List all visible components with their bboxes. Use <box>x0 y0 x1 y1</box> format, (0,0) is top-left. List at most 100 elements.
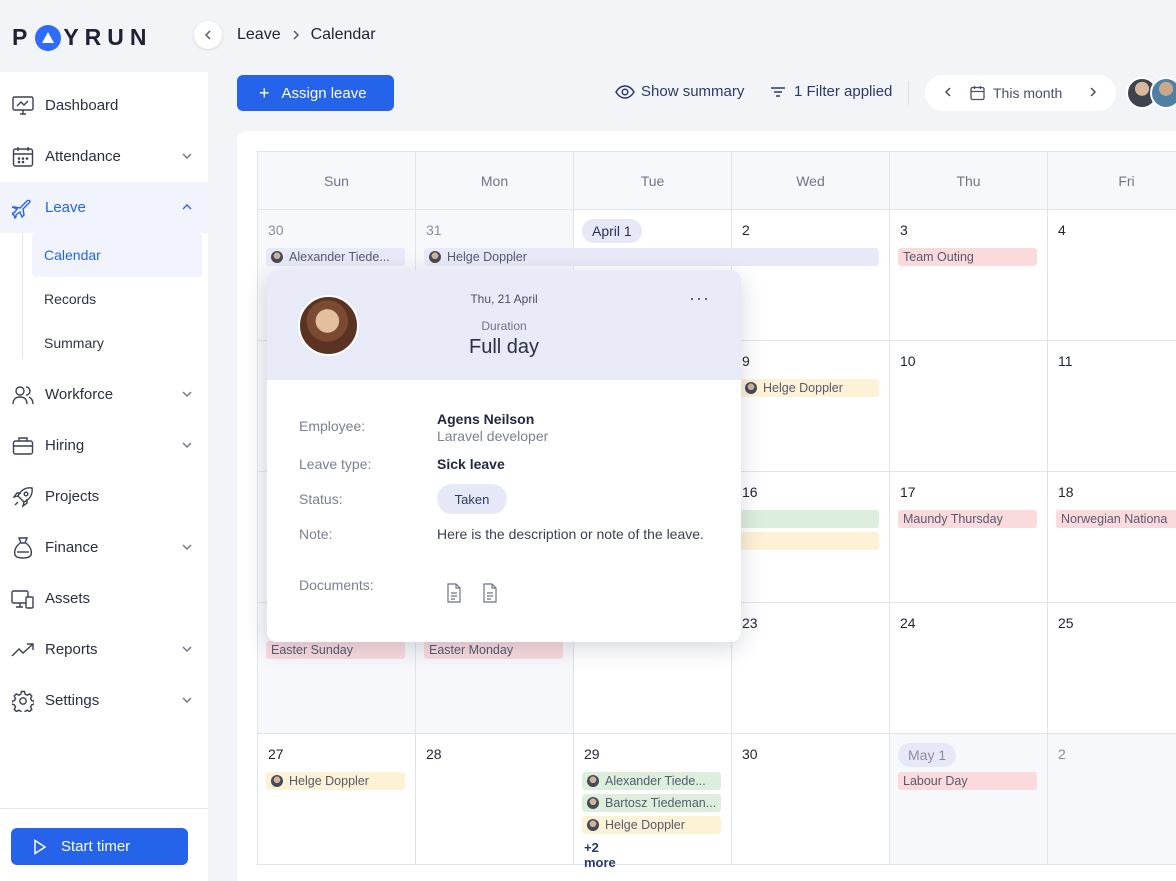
filter-button[interactable]: 1 Filter applied <box>770 83 892 100</box>
nav-item-projects[interactable]: Projects <box>0 471 208 522</box>
period-selector: This month <box>925 75 1116 111</box>
employee-role: Laravel developer <box>437 428 549 444</box>
nav-item-dashboard[interactable]: Dashboard <box>0 80 208 131</box>
documents-label: Documents: <box>299 577 374 593</box>
duration-label: Duration <box>481 319 527 333</box>
logo-mark-icon <box>35 24 62 51</box>
leave-event[interactable]: Alexander Tiede... <box>582 772 721 790</box>
leave-event[interactable]: Bartosz Tiedeman... <box>582 794 721 812</box>
payrun-logo[interactable]: P YRUN <box>12 24 153 51</box>
nav-item-reports[interactable]: Reports <box>0 624 208 675</box>
nav-item-settings[interactable]: Settings <box>0 675 208 726</box>
leave-event[interactable] <box>740 532 879 550</box>
chevron-down-icon <box>182 646 192 652</box>
day-cell[interactable]: 18 <box>1047 472 1176 603</box>
avatar <box>429 251 441 263</box>
holiday-event[interactable]: Team Outing <box>898 248 1037 266</box>
eye-icon <box>615 84 635 99</box>
calendar-icon <box>970 86 985 101</box>
status-badge: Taken <box>437 484 507 514</box>
subnav-item-records[interactable]: Records <box>32 277 208 321</box>
leave-type-label: Leave type: <box>299 456 372 472</box>
avatar <box>587 819 599 831</box>
subnav-item-summary[interactable]: Summary <box>32 321 208 365</box>
toolbar: + Assign leave Show summary 1 Filter app… <box>237 75 1176 111</box>
avatar-group[interactable] <box>1126 77 1176 109</box>
avatar <box>745 382 757 394</box>
document-icon[interactable] <box>446 583 462 603</box>
rocket-icon <box>11 485 35 509</box>
nav-item-workforce[interactable]: Workforce <box>0 369 208 420</box>
avatar <box>271 251 283 263</box>
leave-event[interactable]: Alexander Tiede... <box>266 248 405 266</box>
avatar <box>1150 77 1176 109</box>
show-summary-button[interactable]: Show summary <box>615 83 744 100</box>
month-start-pill: April 1 <box>582 219 642 243</box>
leave-event[interactable]: Helge Doppler <box>266 772 405 790</box>
weekday-header: Mon <box>415 151 573 210</box>
chevron-up-icon <box>182 204 192 210</box>
nav-item-hiring[interactable]: Hiring <box>0 420 208 471</box>
chevron-down-icon <box>182 391 192 397</box>
start-timer-button[interactable]: Start timer <box>11 828 188 865</box>
avatar <box>587 775 599 787</box>
day-cell[interactable]: 4 <box>1047 210 1176 341</box>
chevron-left-icon[interactable] <box>943 84 953 100</box>
day-cell[interactable]: 17 <box>889 472 1047 603</box>
users-icon <box>11 383 35 407</box>
leave-event[interactable] <box>740 510 879 528</box>
more-options-icon[interactable]: ··· <box>689 288 710 309</box>
sidebar-footer: Start timer <box>0 808 208 865</box>
subnav-item-calendar[interactable]: Calendar <box>32 233 202 277</box>
chevron-down-icon <box>182 442 192 448</box>
monitor-icon <box>11 94 35 118</box>
avatar <box>271 775 283 787</box>
employee-label: Employee: <box>299 418 366 434</box>
holiday-event[interactable]: Easter Monday <box>424 641 563 659</box>
logo-area: P YRUN <box>0 0 208 72</box>
collapse-sidebar-button[interactable] <box>194 21 222 49</box>
holiday-event[interactable]: Norwegian Nationa <box>1056 510 1176 528</box>
trend-icon <box>11 638 35 662</box>
document-icon[interactable] <box>482 583 498 603</box>
day-cell[interactable]: 24 <box>889 603 1047 734</box>
day-cell[interactable]: 2 <box>731 210 889 341</box>
leave-event[interactable]: Helge Doppler <box>424 248 879 266</box>
nav-item-leave[interactable]: Leave <box>0 182 208 233</box>
calendar-grid-icon <box>11 145 35 169</box>
day-cell[interactable]: 11 <box>1047 341 1176 472</box>
month-start-pill: May 1 <box>898 743 957 767</box>
day-cell[interactable]: 3 <box>889 210 1047 341</box>
day-cell[interactable]: 9 <box>731 341 889 472</box>
nav-item-assets[interactable]: Assets <box>0 573 208 624</box>
day-cell[interactable]: May 1 <box>889 734 1047 865</box>
assign-leave-button[interactable]: + Assign leave <box>237 75 394 111</box>
popup-date: Thu, 21 April <box>470 292 538 306</box>
nav-item-finance[interactable]: Finance <box>0 522 208 573</box>
period-label[interactable]: This month <box>993 85 1062 101</box>
chevron-right-icon[interactable] <box>1088 84 1098 100</box>
chevron-right-icon <box>293 30 299 40</box>
devices-icon <box>11 587 35 611</box>
filter-lines-icon <box>771 86 785 97</box>
day-cell[interactable]: 23 <box>731 603 889 734</box>
main-nav: Dashboard Attendance Leave Calendar Reco… <box>0 80 208 726</box>
holiday-event[interactable]: Labour Day <box>898 772 1037 790</box>
breadcrumb-leave[interactable]: Leave <box>237 26 281 44</box>
status-label: Status: <box>299 491 343 507</box>
holiday-event[interactable]: Easter Sunday <box>266 641 405 659</box>
day-cell[interactable]: 25 <box>1047 603 1176 734</box>
holiday-event[interactable]: Maundy Thursday <box>898 510 1037 528</box>
chevron-down-icon <box>182 153 192 159</box>
weekday-header: Fri <box>1047 151 1176 210</box>
chevron-down-icon <box>182 697 192 703</box>
day-cell[interactable]: 28 <box>415 734 573 865</box>
day-cell[interactable]: 27 <box>257 734 415 865</box>
leave-event[interactable]: Helge Doppler <box>582 816 721 834</box>
nav-item-attendance[interactable]: Attendance <box>0 131 208 182</box>
more-events-link[interactable]: +2 more <box>584 840 616 870</box>
day-cell[interactable]: 2 <box>1047 734 1176 865</box>
leave-event[interactable]: Helge Doppler <box>740 379 879 397</box>
day-cell[interactable]: 10 <box>889 341 1047 472</box>
day-cell[interactable]: 30 <box>731 734 889 865</box>
